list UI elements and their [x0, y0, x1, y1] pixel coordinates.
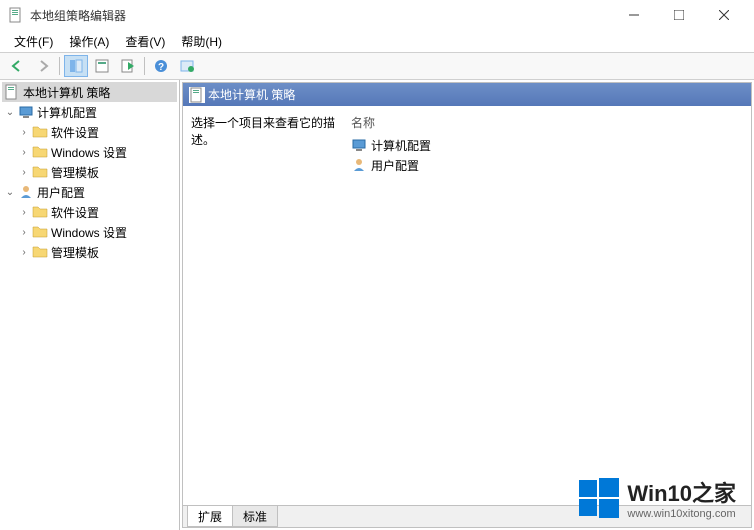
toolbar: ?	[0, 52, 754, 80]
expand-toggle[interactable]: ⌄	[4, 106, 16, 118]
menu-action[interactable]: 操作(A)	[61, 31, 117, 52]
minimize-button[interactable]	[611, 0, 656, 30]
folder-icon	[32, 204, 48, 220]
tree-item-label: Windows 设置	[51, 224, 127, 241]
toolbar-separator	[144, 57, 145, 75]
tree-item-label: 管理模板	[51, 244, 99, 261]
user-icon	[351, 157, 367, 173]
help-button[interactable]: ?	[149, 55, 173, 77]
watermark: Win10之家 www.win10xitong.com	[577, 476, 736, 520]
folder-icon	[32, 164, 48, 180]
expand-toggle[interactable]: ›	[18, 206, 30, 218]
filter-button[interactable]	[175, 55, 199, 77]
expand-toggle[interactable]: ›	[18, 146, 30, 158]
folder-icon	[32, 244, 48, 260]
title-bar: 本地组策略编辑器	[0, 0, 754, 30]
details-body: 选择一个项目来查看它的描述。 名称 计算机配置 用户配置	[183, 106, 751, 505]
filter-icon	[179, 58, 195, 74]
properties-icon	[94, 58, 110, 74]
tree-windows-settings[interactable]: › Windows 设置	[2, 142, 177, 162]
tree-admin-templates[interactable]: › 管理模板	[2, 242, 177, 262]
folder-icon	[32, 224, 48, 240]
minimize-icon	[629, 10, 639, 20]
details-panel: 本地计算机 策略 选择一个项目来查看它的描述。 名称 计算机配置 用户配置 扩展…	[182, 82, 752, 528]
expand-toggle[interactable]: ›	[18, 226, 30, 238]
maximize-button[interactable]	[656, 0, 701, 30]
policy-icon	[4, 84, 20, 100]
tree-item-label: 软件设置	[51, 124, 99, 141]
forward-button[interactable]	[31, 55, 55, 77]
user-icon	[18, 184, 34, 200]
tree-root-label: 本地计算机 策略	[23, 84, 110, 101]
expand-toggle[interactable]: ›	[18, 126, 30, 138]
tree-item-label: 管理模板	[51, 164, 99, 181]
help-icon: ?	[153, 58, 169, 74]
tree-item-label: 软件设置	[51, 204, 99, 221]
tree-view-icon	[68, 58, 84, 74]
tree-computer-label: 计算机配置	[37, 104, 97, 121]
close-button[interactable]	[701, 0, 746, 30]
menu-help[interactable]: 帮助(H)	[173, 31, 230, 52]
app-icon	[8, 7, 24, 23]
export-button[interactable]	[116, 55, 140, 77]
svg-text:?: ?	[158, 62, 164, 73]
tree-computer-config[interactable]: ⌄ 计算机配置	[2, 102, 177, 122]
tree-panel[interactable]: 本地计算机 策略 ⌄ 计算机配置 › 软件设置 › Windows 设置 › 管…	[0, 80, 180, 530]
watermark-url: www.win10xitong.com	[627, 508, 736, 520]
tab-standard[interactable]: 标准	[232, 506, 278, 527]
list-item-label: 用户配置	[371, 157, 419, 174]
content-area: 本地计算机 策略 ⌄ 计算机配置 › 软件设置 › Windows 设置 › 管…	[0, 80, 754, 530]
menu-bar: 文件(F) 操作(A) 查看(V) 帮助(H)	[0, 30, 754, 52]
tree-user-config[interactable]: ⌄ 用户配置	[2, 182, 177, 202]
expand-toggle[interactable]: ›	[18, 246, 30, 258]
expand-toggle[interactable]: ⌄	[4, 186, 16, 198]
window-title: 本地组策略编辑器	[30, 7, 611, 24]
close-icon	[719, 10, 729, 20]
tree-windows-settings[interactable]: › Windows 设置	[2, 222, 177, 242]
toolbar-separator	[59, 57, 60, 75]
menu-view[interactable]: 查看(V)	[117, 31, 173, 52]
windows-logo-icon	[577, 476, 621, 520]
list-item-label: 计算机配置	[371, 137, 431, 154]
back-icon	[9, 58, 25, 74]
tab-extended[interactable]: 扩展	[187, 506, 233, 527]
list-item-user[interactable]: 用户配置	[351, 155, 743, 175]
column-header-name[interactable]: 名称	[351, 114, 743, 135]
window-controls	[611, 0, 746, 30]
policy-icon	[189, 87, 205, 103]
show-tree-button[interactable]	[64, 55, 88, 77]
list-item-computer[interactable]: 计算机配置	[351, 135, 743, 155]
details-title: 本地计算机 策略	[208, 86, 295, 103]
computer-icon	[18, 104, 34, 120]
watermark-title: Win10之家	[627, 476, 736, 508]
back-button[interactable]	[5, 55, 29, 77]
item-list: 名称 计算机配置 用户配置	[351, 114, 743, 497]
maximize-icon	[674, 10, 684, 20]
expand-toggle[interactable]: ›	[18, 166, 30, 178]
details-header: 本地计算机 策略	[183, 83, 751, 106]
folder-icon	[32, 144, 48, 160]
computer-icon	[351, 137, 367, 153]
properties-button[interactable]	[90, 55, 114, 77]
menu-file[interactable]: 文件(F)	[6, 31, 61, 52]
tree-root[interactable]: 本地计算机 策略	[2, 82, 177, 102]
tree-item-label: Windows 设置	[51, 144, 127, 161]
forward-icon	[35, 58, 51, 74]
export-icon	[120, 58, 136, 74]
tree-user-label: 用户配置	[37, 184, 85, 201]
tree-software-settings[interactable]: › 软件设置	[2, 122, 177, 142]
description-text: 选择一个项目来查看它的描述。	[191, 114, 351, 497]
tree-admin-templates[interactable]: › 管理模板	[2, 162, 177, 182]
tree-software-settings[interactable]: › 软件设置	[2, 202, 177, 222]
folder-icon	[32, 124, 48, 140]
